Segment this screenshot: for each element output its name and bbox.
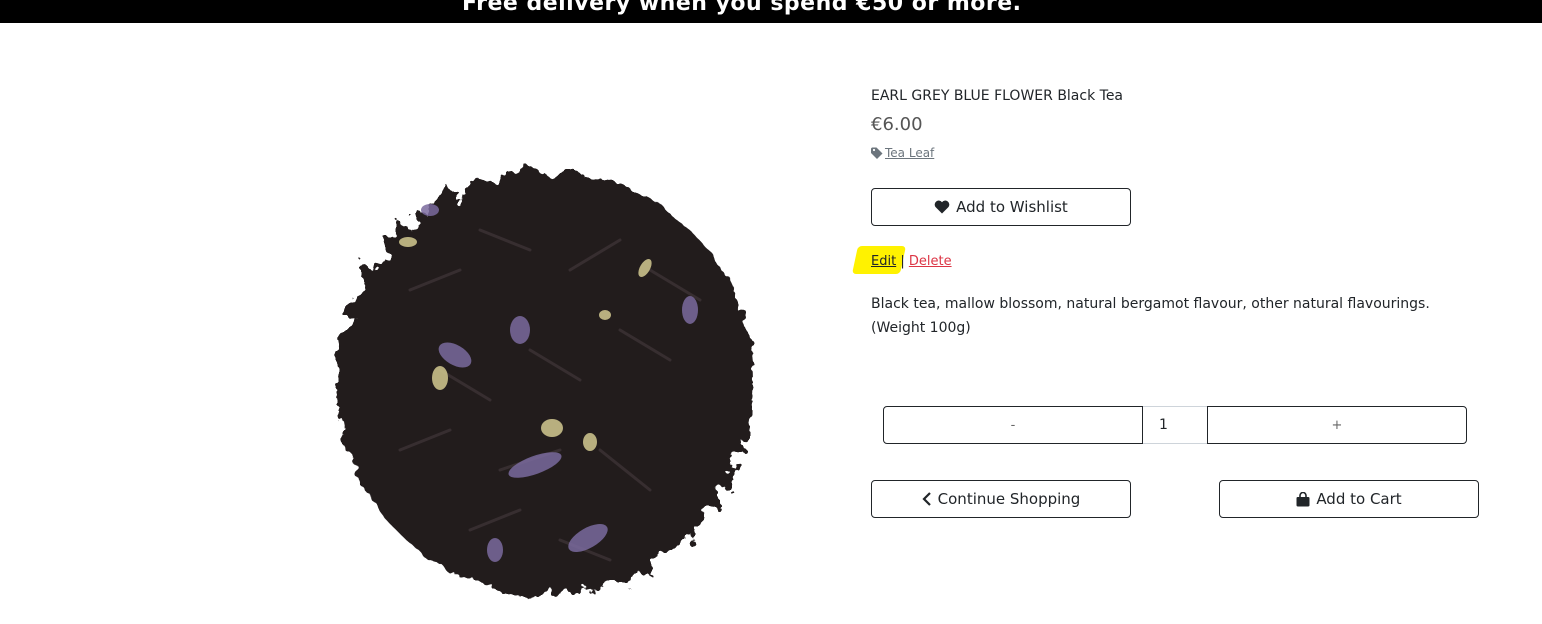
delete-link[interactable]: Delete	[909, 254, 952, 269]
product-name: EARL GREY BLUE FLOWER Black Tea	[871, 88, 1124, 104]
heart-icon	[934, 200, 950, 214]
continue-shopping-label: Continue Shopping	[937, 490, 1081, 508]
banner-text: Free delivery when you spend €50 or more…	[462, 0, 1022, 16]
product-image	[320, 150, 780, 615]
tag-icon	[871, 147, 883, 159]
category-link[interactable]: Tea Leaf	[885, 146, 934, 160]
product-price: €6.00	[871, 114, 923, 135]
delivery-banner: Free delivery when you spend €50 or more…	[0, 0, 1542, 23]
edit-link[interactable]: Edit	[871, 254, 896, 269]
product-category: Tea Leaf	[871, 146, 934, 160]
quantity-input[interactable]	[1143, 406, 1207, 444]
add-to-cart-button[interactable]: Add to Cart	[1219, 480, 1479, 518]
chevron-left-icon	[922, 492, 932, 506]
continue-shopping-button[interactable]: Continue Shopping	[871, 480, 1131, 518]
add-to-wishlist-button[interactable]: Add to Wishlist	[871, 188, 1131, 226]
add-to-cart-label: Add to Cart	[1316, 490, 1402, 508]
shopping-bag-icon	[1296, 491, 1310, 507]
admin-links: Edit | Delete	[871, 254, 952, 269]
link-separator: |	[900, 254, 905, 269]
increment-button[interactable]: +	[1207, 406, 1467, 444]
product-description: Black tea, mallow blossom, natural berga…	[871, 296, 1430, 336]
decrement-button[interactable]: -	[883, 406, 1143, 444]
quantity-stepper: - +	[883, 406, 1467, 444]
wishlist-label: Add to Wishlist	[956, 198, 1068, 216]
